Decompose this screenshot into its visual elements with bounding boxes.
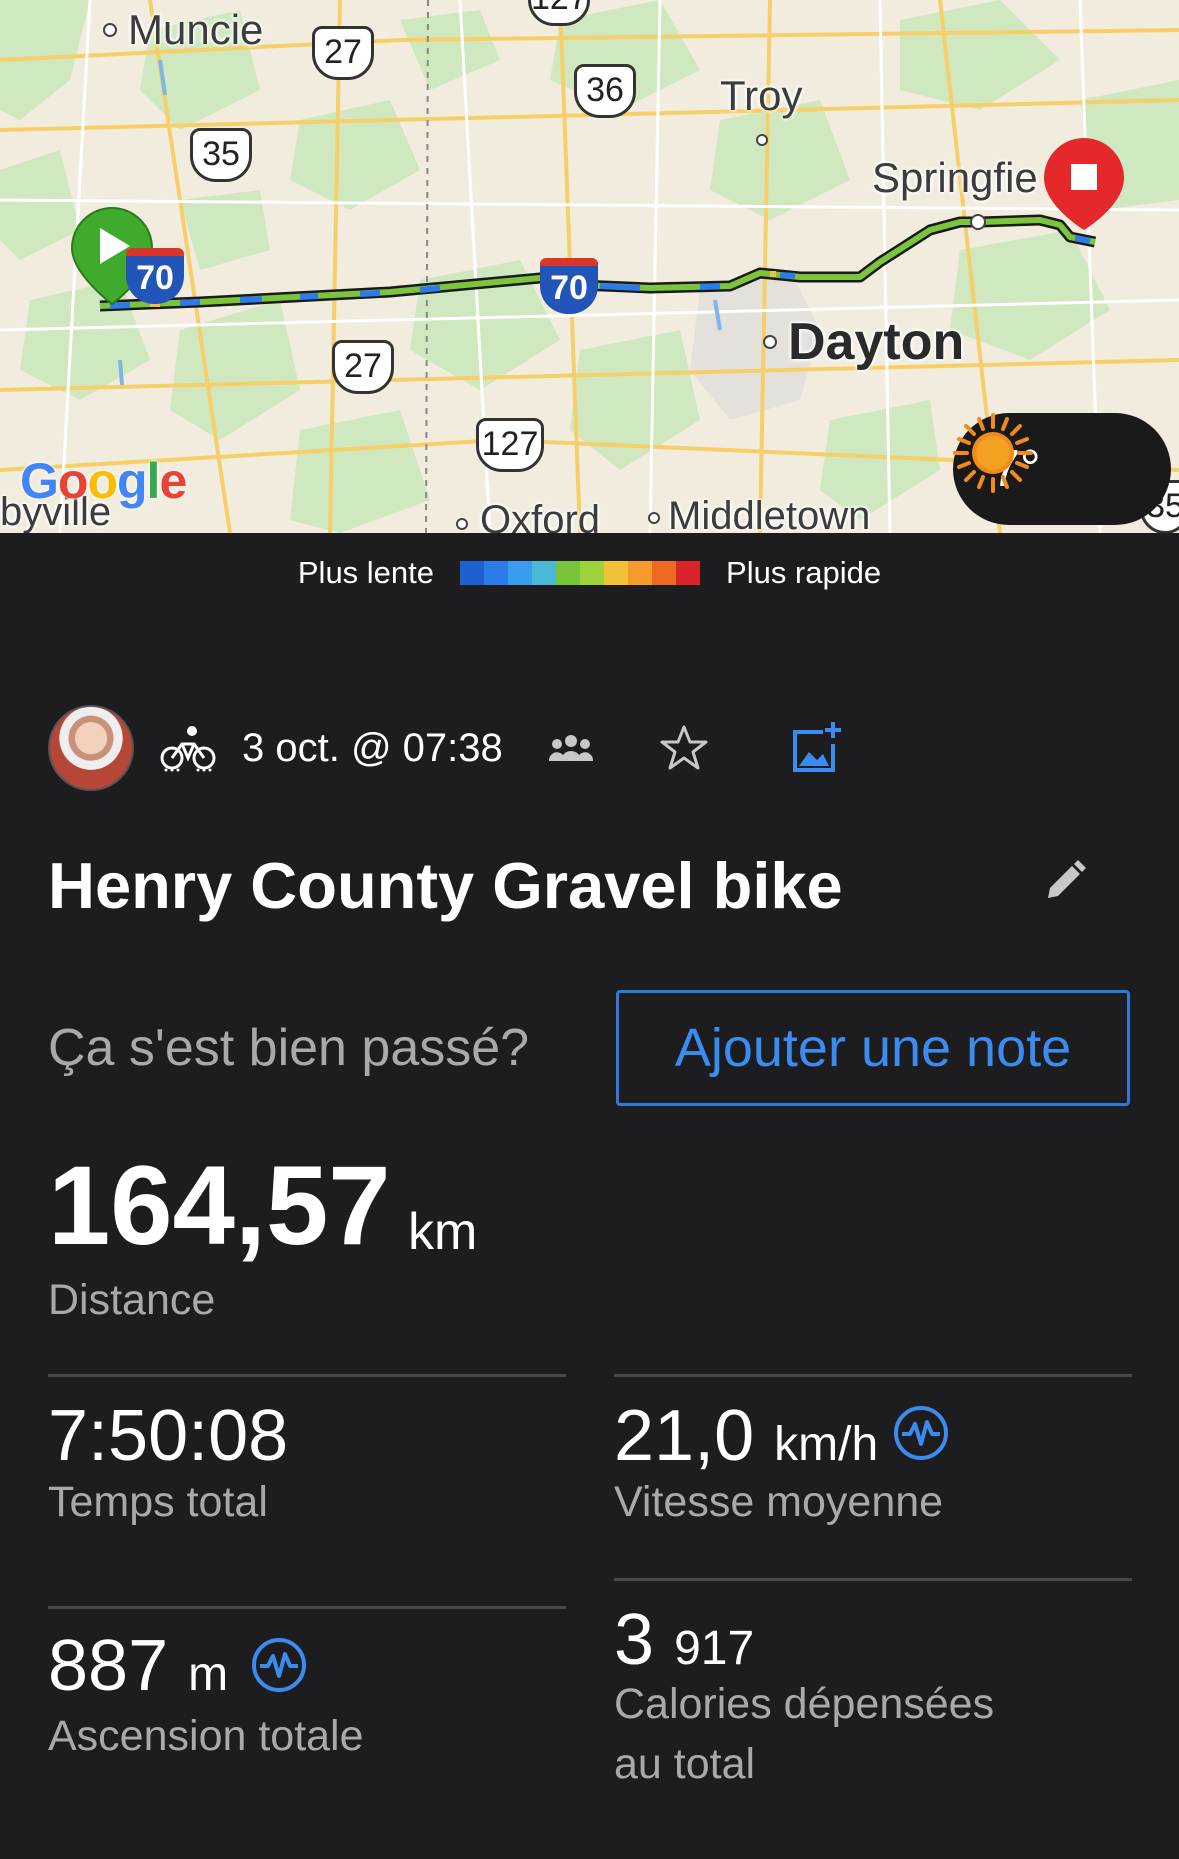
avatar[interactable] bbox=[48, 705, 134, 791]
ascent-label: Ascension totale bbox=[48, 1712, 364, 1760]
calories-value-thousands: 3 bbox=[614, 1600, 655, 1680]
weather-badge[interactable]: 7° bbox=[953, 413, 1171, 525]
speed-chart-icon[interactable] bbox=[892, 1404, 950, 1462]
elevation-chart-icon[interactable] bbox=[250, 1636, 308, 1694]
route-shield-i70: 70 bbox=[540, 258, 598, 314]
legend-color-swatch bbox=[460, 561, 485, 585]
map-city-label: Dayton bbox=[788, 313, 965, 371]
activity-meta-row: 3 oct. @ 07:38 bbox=[48, 705, 1131, 791]
activity-date: 3 oct. @ 07:38 bbox=[242, 725, 503, 770]
avg-speed-label: Vitesse moyenne bbox=[614, 1478, 944, 1526]
map-city-label: Troy bbox=[720, 72, 803, 119]
ascent-stat: 887 m bbox=[48, 1630, 228, 1702]
avg-speed-value: 21,0 bbox=[614, 1396, 755, 1476]
legend-color-swatch bbox=[508, 561, 533, 585]
distance-label: Distance bbox=[48, 1276, 216, 1324]
group-icon[interactable] bbox=[548, 733, 593, 763]
divider bbox=[48, 1374, 566, 1377]
sun-icon bbox=[953, 413, 1033, 493]
map-city-label: Oxford bbox=[480, 498, 601, 533]
ascent-unit: m bbox=[188, 1648, 229, 1701]
distance-unit: km bbox=[408, 1203, 478, 1261]
legend-color-swatch bbox=[604, 561, 629, 585]
avg-speed-stat: 21,0 km/h bbox=[614, 1400, 878, 1472]
feedback-question: Ça s'est bien passé? bbox=[48, 1019, 530, 1077]
route-shield-us127: 127 bbox=[476, 418, 544, 472]
map-city-label: Middletown bbox=[668, 494, 871, 533]
map-city-label: Muncie bbox=[128, 6, 264, 53]
legend-color-swatch bbox=[532, 561, 557, 585]
legend-color-swatch bbox=[556, 561, 581, 585]
add-photo-icon[interactable] bbox=[789, 720, 845, 776]
legend-color-swatch bbox=[628, 561, 653, 585]
calories-value-units: 917 bbox=[674, 1622, 755, 1675]
star-icon[interactable] bbox=[659, 723, 709, 773]
divider bbox=[614, 1374, 1132, 1377]
total-time-label: Temps total bbox=[48, 1478, 268, 1526]
legend-slow-label: Plus lente bbox=[297, 555, 435, 590]
route-shield-us36: 36 bbox=[574, 64, 636, 118]
add-note-button[interactable]: Ajouter une note bbox=[616, 990, 1130, 1106]
google-logo: Google bbox=[20, 453, 187, 509]
map-city-label: Springfie bbox=[872, 154, 1038, 201]
edit-pencil-icon[interactable] bbox=[1040, 858, 1088, 906]
finish-marker-icon[interactable] bbox=[1044, 138, 1124, 230]
route-shield-us35: 35 bbox=[190, 128, 252, 182]
legend-fast-label: Plus rapide bbox=[726, 555, 882, 590]
legend-color-swatch bbox=[652, 561, 677, 585]
legend-color-bar bbox=[460, 561, 701, 585]
legend-color-swatch bbox=[580, 561, 605, 585]
avg-speed-unit: km/h bbox=[774, 1418, 879, 1471]
route-shield-us27: 27 bbox=[332, 340, 394, 394]
activity-title: Henry County Gravel bike bbox=[48, 849, 843, 922]
distance-value: 164,57 bbox=[48, 1143, 391, 1268]
calories-label: Calories dépensées bbox=[614, 1680, 995, 1728]
legend-color-swatch bbox=[484, 561, 509, 585]
calories-label-line2: au total bbox=[614, 1740, 756, 1788]
total-time-value: 7:50:08 bbox=[48, 1396, 289, 1476]
speed-legend: Plus lente Plus rapide bbox=[0, 555, 1179, 591]
route-shield-i70: 70 bbox=[126, 248, 184, 304]
route-shield-us27: 27 bbox=[312, 26, 374, 80]
cycling-icon bbox=[160, 726, 216, 772]
divider bbox=[48, 1606, 566, 1609]
route-map[interactable]: Muncie Troy Springfie Dayton Oxford Midd… bbox=[0, 0, 1179, 533]
legend-color-swatch bbox=[676, 561, 701, 585]
calories-stat: 3 917 bbox=[614, 1604, 754, 1676]
divider bbox=[614, 1578, 1132, 1581]
ascent-value: 887 bbox=[48, 1626, 169, 1706]
